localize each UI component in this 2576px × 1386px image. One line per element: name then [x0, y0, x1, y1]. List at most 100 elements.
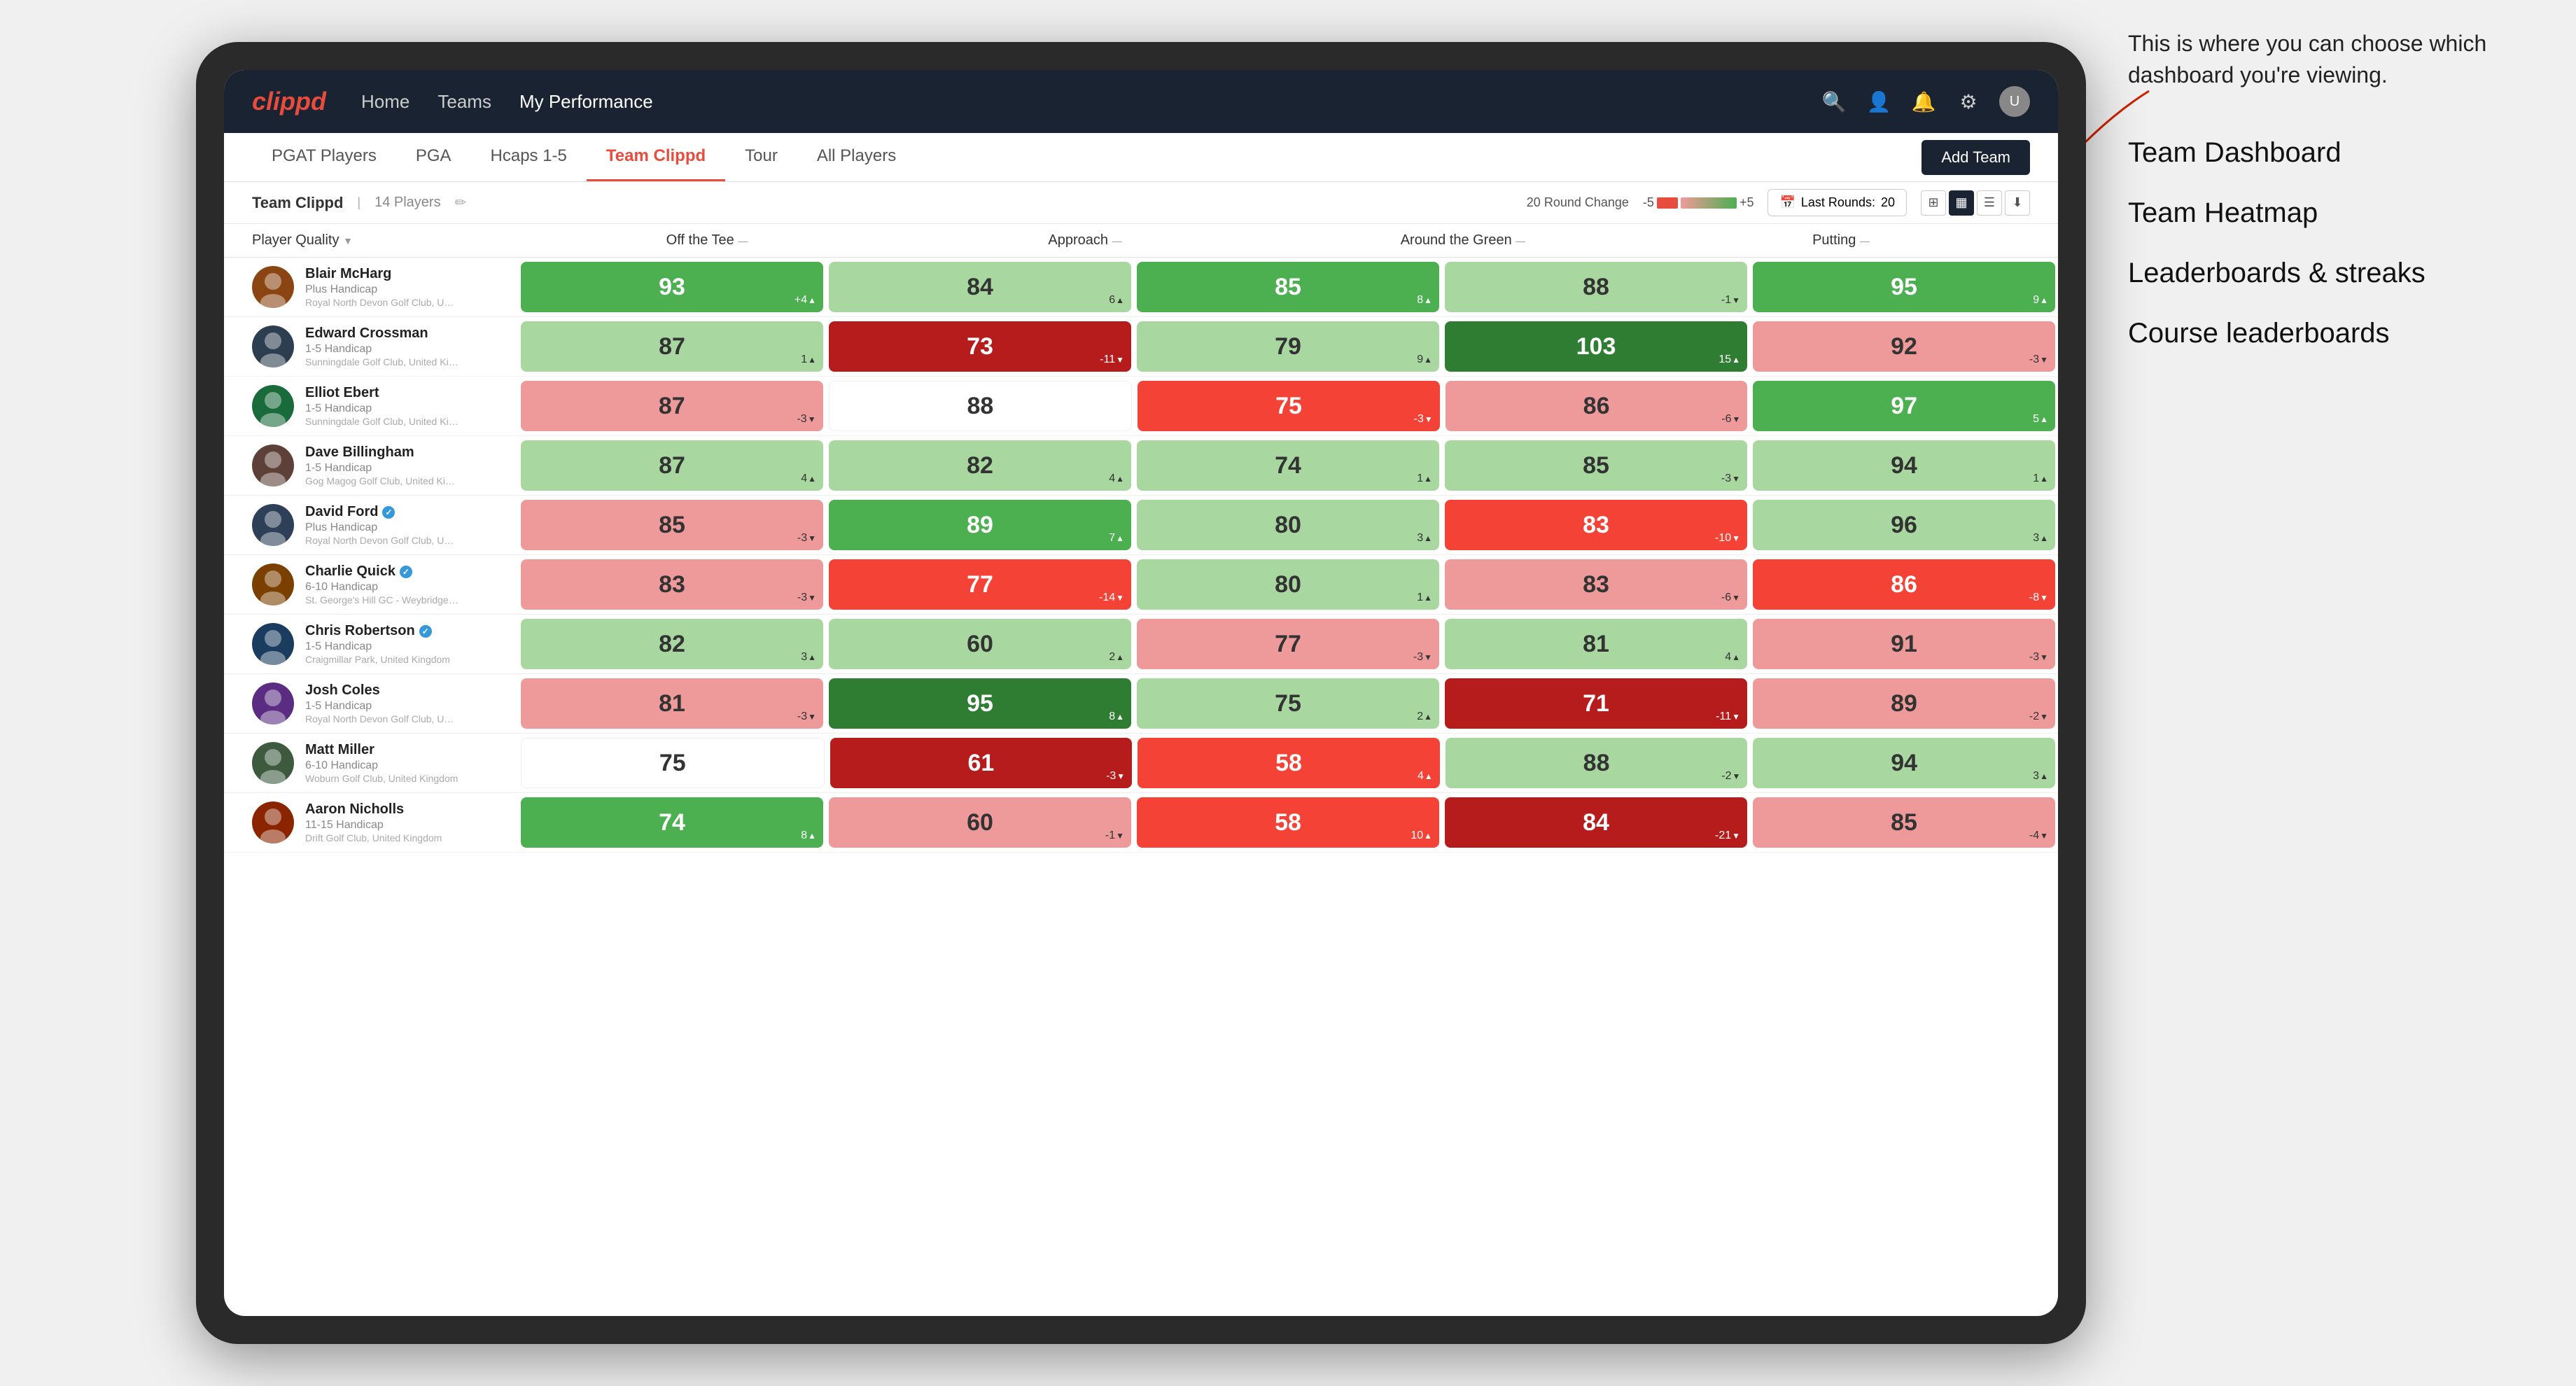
table-row[interactable]: David Ford ✓ Plus Handicap Royal North D…: [224, 496, 2058, 555]
score-change: 3: [801, 651, 816, 664]
score-change: -1: [1721, 294, 1740, 307]
score-change: -3: [797, 592, 816, 604]
player-name: David Ford ✓: [305, 504, 507, 520]
score-change: -4: [2029, 830, 2048, 842]
score-change: 3: [2033, 770, 2048, 783]
list-view-button[interactable]: ☰: [1977, 190, 2002, 216]
score-cell-4: 95 9: [1753, 262, 2055, 312]
score-cell-0: 85 -3: [521, 500, 823, 550]
around-green-header[interactable]: Around the Green —: [1274, 232, 1652, 248]
score-change: 8: [1417, 294, 1432, 307]
player-name: Dave Billingham: [305, 444, 507, 461]
score-value: 80: [1275, 571, 1301, 598]
sort-arrow: —: [1860, 235, 1870, 246]
score-value: 60: [967, 631, 993, 658]
add-team-button[interactable]: Add Team: [1921, 140, 2030, 175]
subnav-pgat[interactable]: PGAT Players: [252, 133, 396, 181]
score-change: 1: [1417, 592, 1432, 604]
player-club: Royal North Devon Golf Club, United King…: [305, 297, 459, 308]
score-value: 83: [659, 571, 685, 598]
score-value: 74: [1275, 452, 1301, 479]
player-club: Royal North Devon Golf Club, United King…: [305, 713, 459, 724]
score-change: 1: [2033, 472, 2048, 485]
nav-teams[interactable]: Teams: [438, 85, 491, 118]
score-value: 77: [1275, 631, 1301, 658]
edit-icon[interactable]: ✏: [455, 194, 467, 211]
main-content: Player Quality ▼ Off the Tee — Approach …: [224, 224, 2058, 1316]
score-cell-4: 92 -3: [1753, 321, 2055, 372]
change-legend: -5 +5: [1643, 195, 1754, 210]
score-change: -1: [1105, 830, 1124, 842]
player-info: Edward Crossman 1-5 Handicap Sunningdale…: [224, 317, 518, 376]
table-row[interactable]: Charlie Quick ✓ 6-10 Handicap St. George…: [224, 555, 2058, 615]
player-details: Charlie Quick ✓ 6-10 Handicap St. George…: [305, 564, 507, 606]
player-club: Drift Golf Club, United Kingdom: [305, 832, 459, 844]
sort-arrow: —: [1516, 235, 1525, 246]
score-change: -6: [1721, 413, 1740, 426]
score-value: 95: [1891, 274, 1917, 301]
settings-icon[interactable]: ⚙: [1954, 88, 1982, 115]
score-change: 9: [2033, 294, 2048, 307]
score-cell-1: 95 8: [829, 678, 1131, 729]
table-row[interactable]: Blair McHarg Plus Handicap Royal North D…: [224, 258, 2058, 317]
legend-pos-value: +5: [1740, 195, 1754, 210]
sub-nav-links: PGAT Players PGA Hcaps 1-5 Team Clippd T…: [252, 133, 916, 181]
score-cell-0: 87 1: [521, 321, 823, 372]
putting-header[interactable]: Putting —: [1652, 232, 2030, 248]
score-change: -3: [797, 532, 816, 545]
dashboard-option-item: Team Heatmap: [2128, 193, 2520, 232]
annotation-area: This is where you can choose which dashb…: [2128, 28, 2520, 374]
score-cell-4: 96 3: [1753, 500, 2055, 550]
score-cells: 74 8 60 -1 58 10 84 -21 85 -4: [518, 793, 2058, 852]
table-row[interactable]: Matt Miller 6-10 Handicap Woburn Golf Cl…: [224, 734, 2058, 793]
subnav-all-players[interactable]: All Players: [797, 133, 916, 181]
score-value: 82: [659, 631, 685, 658]
dashboard-option-item: Course leaderboards: [2128, 314, 2520, 353]
score-cell-1: 60 -1: [829, 797, 1131, 848]
score-cell-4: 86 -8: [1753, 559, 2055, 610]
user-icon[interactable]: 👤: [1865, 88, 1893, 115]
search-icon[interactable]: 🔍: [1820, 88, 1848, 115]
verified-icon: ✓: [419, 625, 432, 638]
player-quality-header[interactable]: Player Quality ▼: [224, 232, 518, 248]
nav-home[interactable]: Home: [361, 85, 410, 118]
score-change: 8: [801, 830, 816, 842]
score-value: 80: [1275, 512, 1301, 539]
legend-pos-block: [1681, 197, 1737, 209]
download-button[interactable]: ⬇: [2005, 190, 2030, 216]
table-row[interactable]: Edward Crossman 1-5 Handicap Sunningdale…: [224, 317, 2058, 377]
score-value: 89: [967, 512, 993, 539]
avatar: [252, 444, 294, 486]
score-value: 96: [1891, 512, 1917, 539]
subnav-hcaps[interactable]: Hcaps 1-5: [471, 133, 587, 181]
score-cell-3: 88 -2: [1446, 738, 1748, 788]
table-row[interactable]: Elliot Ebert 1-5 Handicap Sunningdale Go…: [224, 377, 2058, 436]
score-value: 88: [1583, 750, 1610, 777]
table-row[interactable]: Chris Robertson ✓ 1-5 Handicap Craigmill…: [224, 615, 2058, 674]
table-row[interactable]: Aaron Nicholls 11-15 Handicap Drift Golf…: [224, 793, 2058, 853]
off-tee-header[interactable]: Off the Tee —: [518, 232, 896, 248]
player-name: Aaron Nicholls: [305, 802, 507, 818]
score-cell-0: 74 8: [521, 797, 823, 848]
grid-view-button[interactable]: ⊞: [1921, 190, 1946, 216]
subnav-team-clippd[interactable]: Team Clippd: [587, 133, 725, 181]
approach-header[interactable]: Approach —: [896, 232, 1274, 248]
sub-nav: PGAT Players PGA Hcaps 1-5 Team Clippd T…: [224, 133, 2058, 182]
subnav-pga[interactable]: PGA: [396, 133, 471, 181]
table-row[interactable]: Dave Billingham 1-5 Handicap Gog Magog G…: [224, 436, 2058, 496]
score-cells: 87 4 82 4 74 1 85 -3 94 1: [518, 436, 2058, 495]
player-handicap: 11-15 Handicap: [305, 819, 507, 832]
user-avatar[interactable]: U: [1999, 86, 2030, 117]
player-club: Craigmillar Park, United Kingdom: [305, 654, 459, 665]
last-rounds-button[interactable]: 📅 Last Rounds: 20: [1768, 189, 1907, 216]
score-value: 82: [967, 452, 993, 479]
table-row[interactable]: Josh Coles 1-5 Handicap Royal North Devo…: [224, 674, 2058, 734]
score-cell-2: 74 1: [1137, 440, 1439, 491]
nav-my-performance[interactable]: My Performance: [519, 85, 653, 118]
score-value: 97: [1891, 393, 1917, 420]
bell-icon[interactable]: 🔔: [1910, 88, 1938, 115]
player-info: Dave Billingham 1-5 Handicap Gog Magog G…: [224, 436, 518, 495]
score-cell-0: 75: [521, 738, 825, 788]
subnav-tour[interactable]: Tour: [725, 133, 797, 181]
heatmap-view-button[interactable]: ▦: [1949, 190, 1974, 216]
